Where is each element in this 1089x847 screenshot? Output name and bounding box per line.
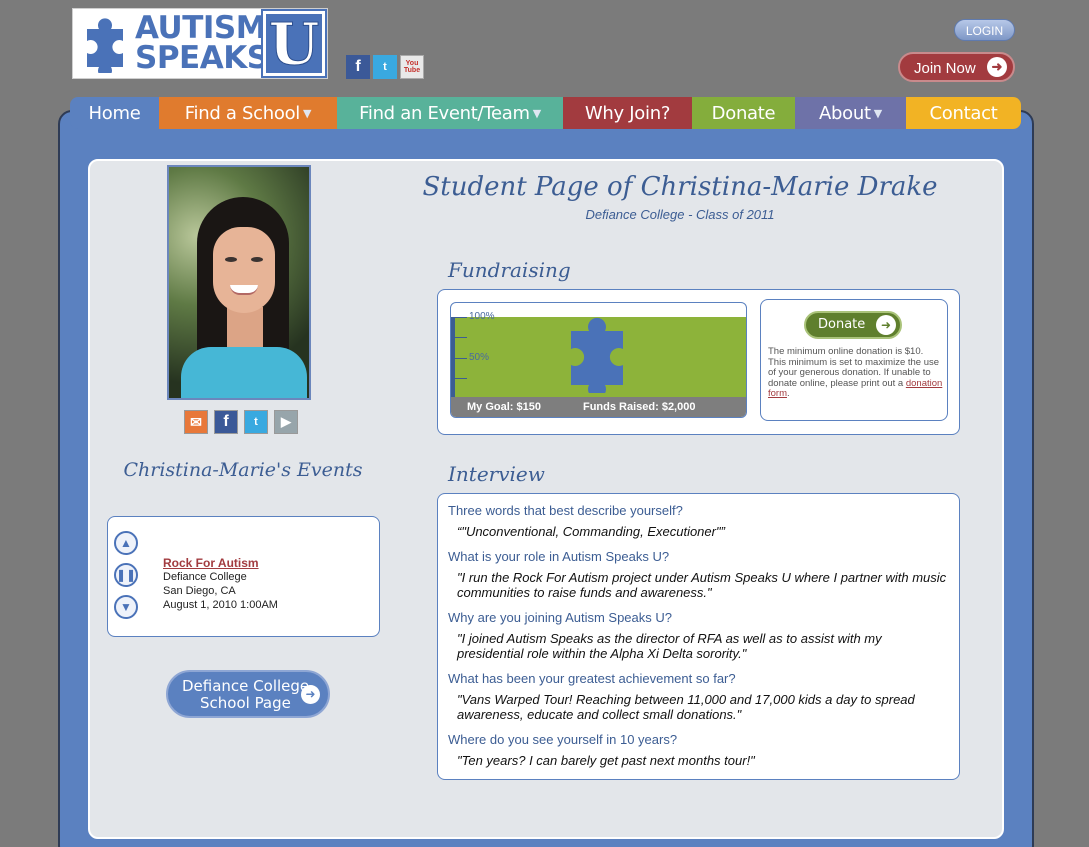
profile-share-icons: ✉ f t ▶ — [184, 410, 298, 434]
facebook-icon[interactable]: f — [214, 410, 238, 434]
twitter-icon[interactable]: t — [373, 55, 397, 79]
puzzle-piece-icon — [571, 317, 623, 393]
scroll-down-icon[interactable]: ▼ — [114, 595, 138, 619]
event-date: August 1, 2010 1:00AM — [163, 599, 278, 611]
tick-label-50: 50% — [469, 352, 490, 363]
scroll-up-icon[interactable]: ▲ — [114, 531, 138, 555]
pause-icon[interactable]: ❚❚ — [114, 563, 138, 587]
join-now-label: Join Now — [914, 60, 976, 77]
interview-question: What is your role in Autism Speaks U? — [448, 549, 670, 564]
interview-answer: “"Unconventional, Commanding, Executione… — [457, 524, 725, 539]
page-title: Student Page of Christina-Marie Drake — [422, 172, 938, 202]
interview-question: Where do you see yourself in 10 years? — [448, 732, 678, 747]
arrow-right-icon: ➜ — [301, 685, 320, 704]
donate-info-text: The minimum online donation is $10. This… — [768, 346, 943, 399]
donate-label: Donate — [818, 317, 866, 332]
event-link-rock-for-autism[interactable]: Rock For Autism — [163, 556, 259, 570]
chevron-down-icon: ▼ — [873, 106, 882, 120]
myspace-icon[interactable]: ▶ — [274, 410, 298, 434]
social-links-header: f t You Tube — [346, 55, 424, 79]
nav-about[interactable]: About ▼ — [795, 97, 906, 129]
main-nav: Home Find a School ▼ Find an Event/Team ▼ … — [70, 97, 1021, 129]
twitter-icon[interactable]: t — [244, 410, 268, 434]
join-now-button[interactable]: Join Now ➜ — [898, 52, 1015, 82]
puzzle-piece-icon — [87, 17, 123, 73]
youtube-icon[interactable]: You Tube — [400, 55, 424, 79]
nav-why-join[interactable]: Why Join? — [563, 97, 692, 129]
nav-find-an-event-team[interactable]: Find an Event/Team ▼ — [337, 97, 563, 129]
chevron-down-icon: ▼ — [303, 106, 312, 120]
school-page-button[interactable]: Defiance College School Page ➜ — [166, 670, 330, 718]
fundraising-heading: Fundraising — [448, 258, 571, 282]
interview-answer: "I joined Autism Speaks as the director … — [457, 631, 882, 661]
event-school: Defiance College — [163, 571, 247, 583]
profile-photo — [167, 165, 311, 400]
event-location: San Diego, CA — [163, 585, 236, 597]
nav-find-a-school[interactable]: Find a School ▼ — [159, 97, 337, 129]
interview-heading: Interview — [448, 462, 545, 486]
logo-wordmark: AUTISM SPEAKSTM — [135, 10, 282, 76]
facebook-icon[interactable]: f — [346, 55, 370, 79]
fundraising-progress-meter: 100% 50% My Goal: $150 Funds Raised: $2,… — [450, 302, 747, 418]
funds-raised-label: Funds Raised: $2,000 — [582, 401, 696, 413]
login-button[interactable]: LOGIN — [954, 19, 1015, 41]
fundraising-summary-bar: My Goal: $150 Funds Raised: $2,000 — [451, 397, 746, 417]
arrow-right-icon: ➜ — [987, 57, 1007, 77]
logo-u-block: U — [261, 9, 327, 78]
events-heading: Christina-Marie's Events — [123, 459, 363, 481]
page-subtitle: Defiance College - Class of 2011 — [585, 207, 775, 222]
nav-contact[interactable]: Contact — [906, 97, 1021, 129]
chevron-down-icon: ▼ — [532, 106, 541, 120]
interview-question: Why are you joining Autism Speaks U? — [448, 610, 672, 625]
interview-answer: "Ten years? I can barely get past next m… — [457, 753, 755, 768]
goal-label: My Goal: $150 — [467, 401, 541, 413]
interview-question: Three words that best describe yourself? — [448, 503, 683, 518]
tick-label-100: 100% — [469, 311, 495, 322]
donate-button[interactable]: Donate ➜ — [804, 311, 902, 339]
nav-home[interactable]: Home — [70, 97, 159, 129]
email-icon[interactable]: ✉ — [184, 410, 208, 434]
interview-answer: "I run the Rock For Autism project under… — [457, 570, 947, 600]
arrow-right-icon: ➜ — [876, 315, 896, 335]
nav-donate[interactable]: Donate — [692, 97, 795, 129]
interview-question: What has been your greatest achievement … — [448, 671, 736, 686]
interview-answer: "Vans Warped Tour! Reaching between 11,0… — [457, 692, 915, 722]
autism-speaks-u-logo[interactable]: AUTISM SPEAKSTM U — [72, 8, 328, 79]
